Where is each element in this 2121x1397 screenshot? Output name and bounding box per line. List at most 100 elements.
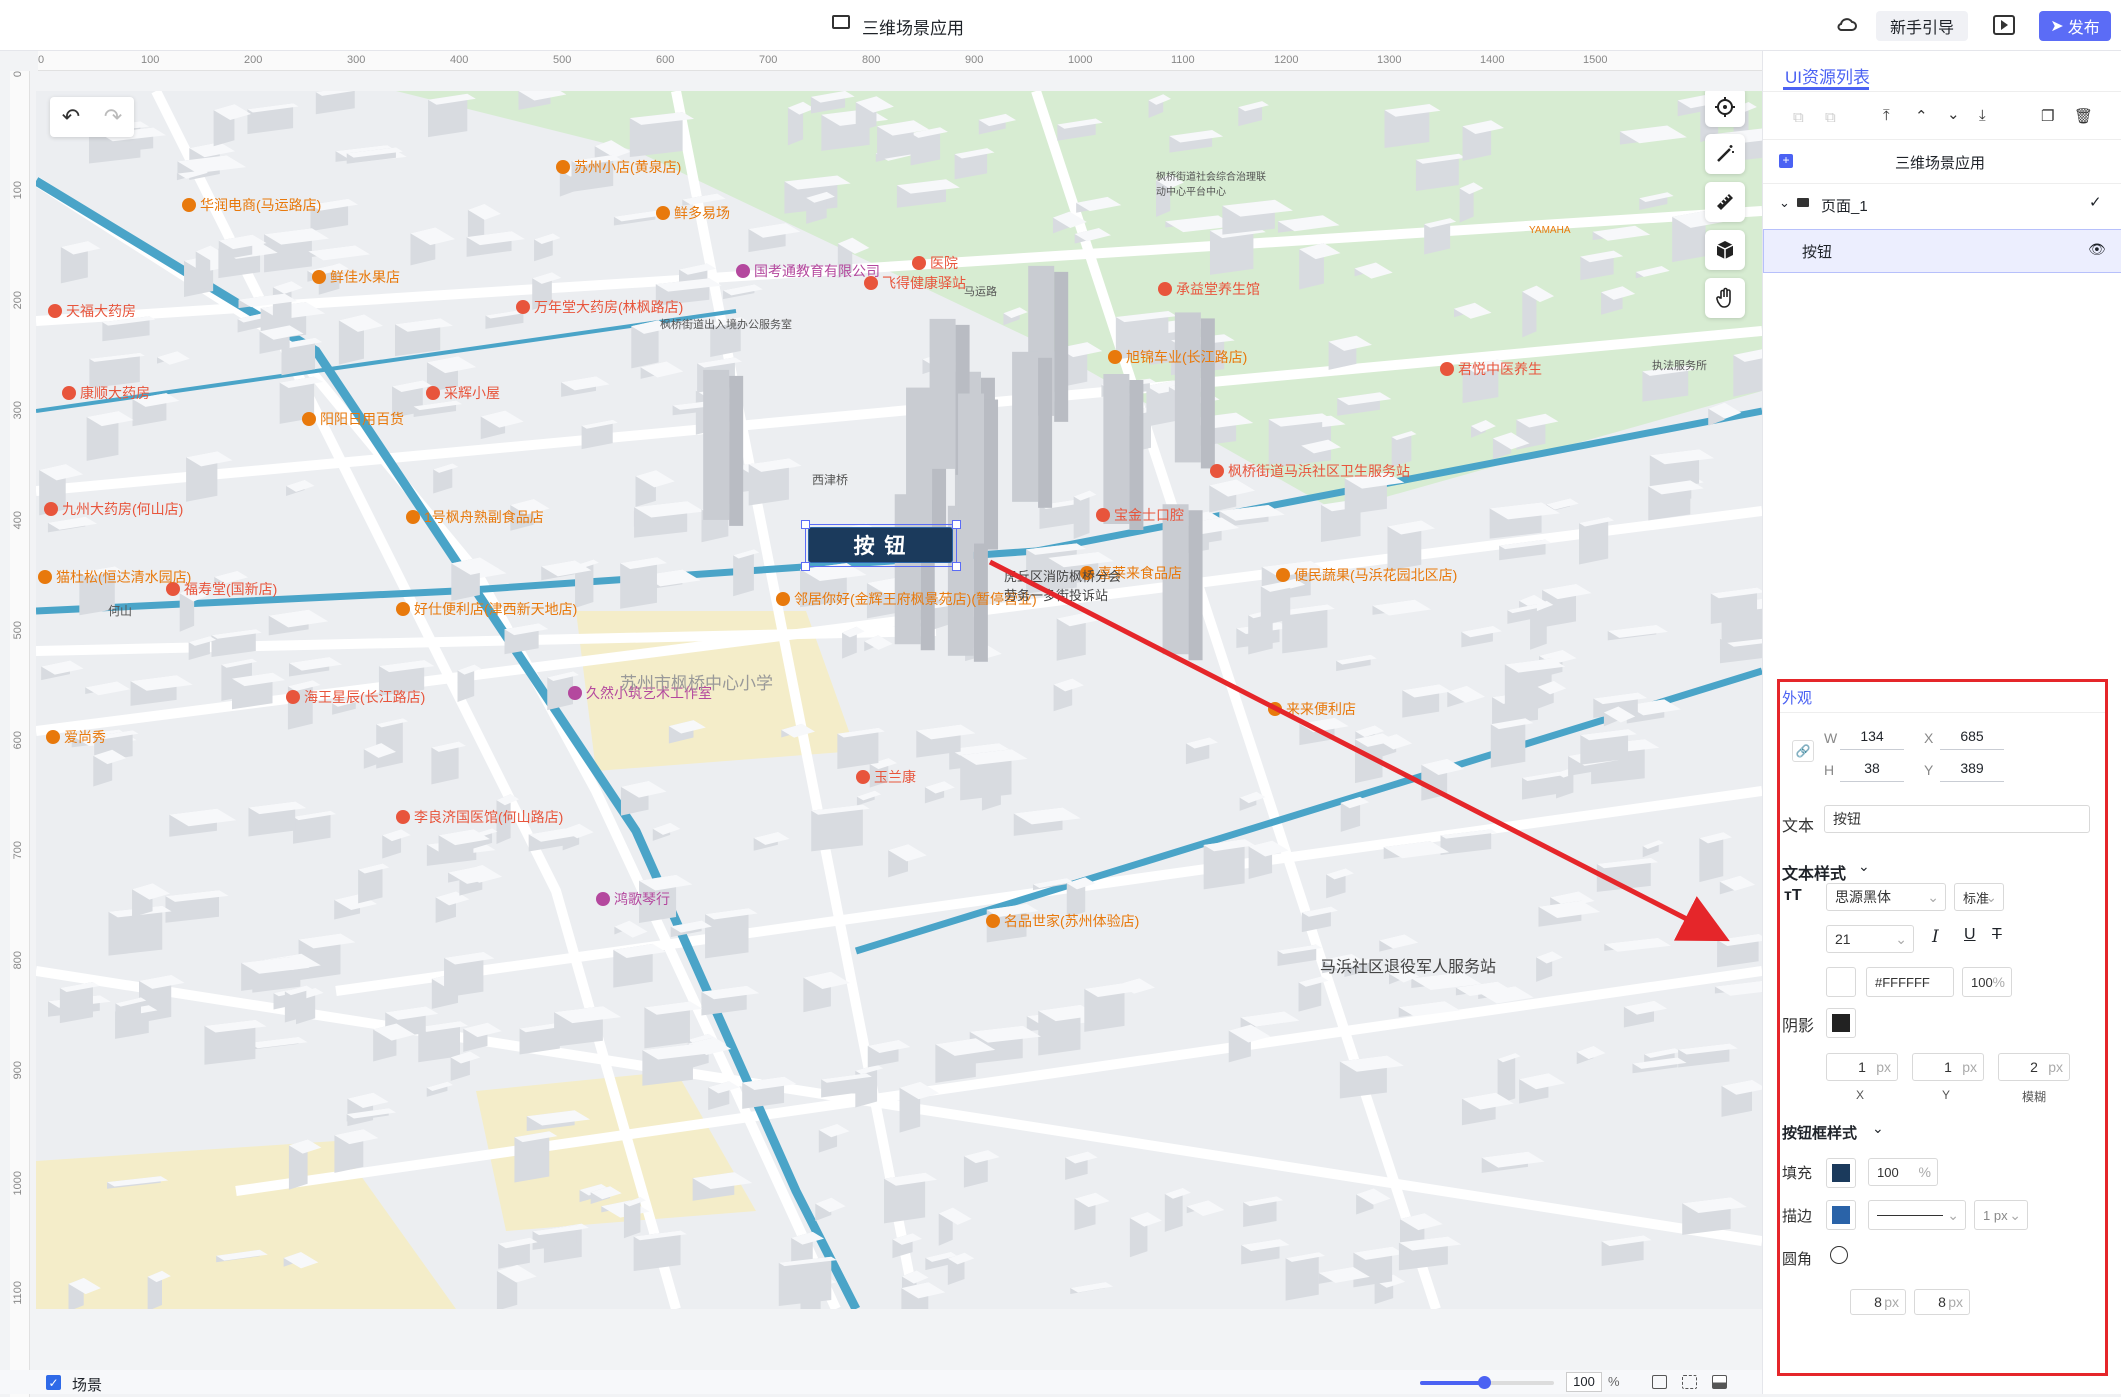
stroke-width-select[interactable]: 1 px ⌄: [1974, 1200, 2028, 1230]
chevron-down-icon[interactable]: ⌄: [1872, 1120, 1884, 1137]
strikethrough-icon[interactable]: T: [1992, 926, 2002, 944]
divider: [1763, 183, 2121, 184]
resize-handle-bl[interactable]: [801, 562, 810, 571]
stroke-color-swatch[interactable]: [1826, 1200, 1856, 1230]
shadow-y-value: 1: [1944, 1059, 1952, 1075]
poi-label: 李良济国医馆(何山路店): [396, 807, 563, 827]
hand-icon[interactable]: [1705, 278, 1745, 318]
move-down-icon[interactable]: ⌄: [1947, 105, 1960, 123]
scene-checkbox[interactable]: ✓: [46, 1375, 61, 1390]
y-input[interactable]: 389: [1940, 760, 2004, 782]
poi-text: 采辉小屋: [444, 385, 500, 401]
line-style-preview: [1877, 1214, 1943, 1216]
font-family-select[interactable]: 思源黑体 ⌄: [1826, 883, 1946, 911]
radius-input-a[interactable]: 8 px: [1850, 1289, 1906, 1315]
add-icon[interactable]: +: [1779, 154, 1793, 168]
redo-icon[interactable]: ↷: [104, 104, 122, 130]
underline-icon[interactable]: U: [1964, 926, 1976, 944]
text-opacity-input[interactable]: 100%: [1962, 967, 2012, 997]
scene-canvas[interactable]: 九州大药房(何山店) 1号枫舟熟副食品店 福寿堂(国新店) 好仕便利店(津西新天地店)…: [36, 91, 1762, 1309]
fit-screen-icon[interactable]: [1682, 1375, 1697, 1389]
poi-label: 康顺大药房: [62, 383, 150, 403]
x-input[interactable]: 685: [1940, 728, 2004, 750]
tree-page-row[interactable]: ⌄ 页面_1 ✓: [1763, 187, 2121, 223]
move-top-icon[interactable]: ⤒: [1883, 107, 1890, 124]
fit-width-icon[interactable]: [1652, 1375, 1667, 1389]
font-weight-select[interactable]: 标准 ⌄: [1954, 883, 2004, 911]
copy-disabled-icon[interactable]: ⧉: [1793, 109, 1804, 126]
ruler-vertical: 0 100 200 300 400 500 600 700 800 900 1000 1100: [10, 71, 30, 1397]
fullscreen-icon[interactable]: [1712, 1375, 1727, 1389]
duplicate-icon[interactable]: ❐: [2041, 107, 2054, 125]
zoom-slider[interactable]: [1420, 1376, 1554, 1389]
resize-handle-tl[interactable]: [801, 520, 810, 529]
poi-label: 宝金士口腔: [1096, 505, 1184, 525]
poi-layer: 九州大药房(何山店) 1号枫舟熟副食品店 福寿堂(国新店) 好仕便利店(津西新天地店)…: [36, 91, 1762, 1309]
magic-wand-icon[interactable]: [1705, 134, 1745, 174]
poi-text: 宝金士口腔: [1114, 507, 1184, 523]
zoom-input[interactable]: 100: [1566, 1372, 1602, 1392]
locate-icon[interactable]: [1705, 91, 1745, 127]
fill-color-swatch[interactable]: [1826, 1158, 1856, 1188]
selection-frame[interactable]: 按 钮: [801, 520, 961, 571]
resize-handle-br[interactable]: [952, 562, 961, 571]
heshan-label: 何山: [108, 604, 133, 618]
poi-label: 采辉小屋: [426, 383, 500, 403]
height-input[interactable]: 38: [1840, 760, 1904, 782]
scene-button[interactable]: 按 钮: [808, 527, 953, 563]
delete-icon[interactable]: 🗑: [2074, 107, 2093, 125]
chevron-down-icon[interactable]: ⌄: [1779, 195, 1790, 211]
move-up-icon[interactable]: ⌃: [1915, 107, 1928, 125]
radius-circle-icon[interactable]: [1830, 1246, 1848, 1264]
tab-ui-resources[interactable]: UI资源列表: [1785, 63, 1870, 88]
poi-text: 国考通教育有限公司: [754, 263, 880, 279]
paste-disabled-icon[interactable]: ⧉: [1825, 109, 1836, 126]
app-title: 三维场景应用: [862, 19, 964, 38]
text-color-swatch[interactable]: [1826, 967, 1856, 997]
tab-appearance[interactable]: 外观: [1782, 687, 1812, 708]
poi-marker-icon: [426, 386, 440, 400]
poi-text: 君悦中医养生: [1458, 361, 1542, 377]
shadow-x-value: 1: [1858, 1059, 1866, 1075]
tree-item-button[interactable]: 按钮 👁: [1763, 229, 2121, 273]
cloud-icon[interactable]: [1836, 14, 1858, 36]
poi-marker-icon: [1158, 282, 1172, 296]
poi-marker-icon: [1276, 568, 1290, 582]
zoom-slider-fill: [1420, 1381, 1484, 1385]
shadow-y-input[interactable]: 1 px: [1912, 1053, 1984, 1081]
resize-handle-tr[interactable]: [952, 520, 961, 529]
poi-text: 医院: [930, 255, 958, 271]
poi-label: 国考通教育有限公司: [736, 261, 880, 281]
percent-unit: %: [1992, 974, 2005, 990]
font-size-select[interactable]: 21 ⌄: [1826, 925, 1914, 953]
check-icon[interactable]: ✓: [2089, 193, 2102, 211]
shadow-blur-input[interactable]: 2 px: [1998, 1053, 2070, 1081]
stroke-style-select[interactable]: ⌄: [1868, 1200, 1966, 1230]
undo-icon[interactable]: ↶: [62, 104, 80, 130]
zoom-slider-thumb[interactable]: [1478, 1376, 1491, 1389]
preview-icon[interactable]: [1993, 15, 2015, 35]
text-color-input[interactable]: #FFFFFF: [1866, 967, 1954, 997]
ruler-tick-label: 700: [12, 841, 24, 860]
fill-opacity-input[interactable]: 100%: [1868, 1158, 1938, 1186]
measure-icon[interactable]: [1705, 182, 1745, 222]
text-input[interactable]: 按钮: [1824, 805, 2090, 833]
h-label: H: [1824, 762, 1835, 778]
poi-marker-icon: [44, 502, 58, 516]
poi-marker-icon: [1210, 464, 1224, 478]
width-input[interactable]: 134: [1840, 728, 1904, 750]
link-icon[interactable]: 🔗: [1792, 740, 1814, 762]
move-bottom-icon[interactable]: ⤓: [1979, 107, 1986, 124]
poi-marker-icon: [38, 570, 52, 584]
publish-button[interactable]: ➤ 发布: [2039, 11, 2111, 41]
radius-input-b[interactable]: 8 px: [1914, 1289, 1970, 1315]
italic-icon[interactable]: I: [1932, 927, 1939, 947]
x-label: X: [1924, 730, 1934, 746]
shadow-blur-caption: 模糊: [2022, 1090, 2047, 1104]
shadow-x-input[interactable]: 1 px: [1826, 1053, 1898, 1081]
cube-icon[interactable]: [1705, 230, 1745, 270]
guide-button[interactable]: 新手引导: [1876, 11, 1968, 41]
shadow-color-swatch[interactable]: [1826, 1008, 1856, 1038]
chevron-down-icon[interactable]: ⌄: [1858, 858, 1870, 875]
eye-icon[interactable]: 👁: [2088, 241, 2106, 258]
